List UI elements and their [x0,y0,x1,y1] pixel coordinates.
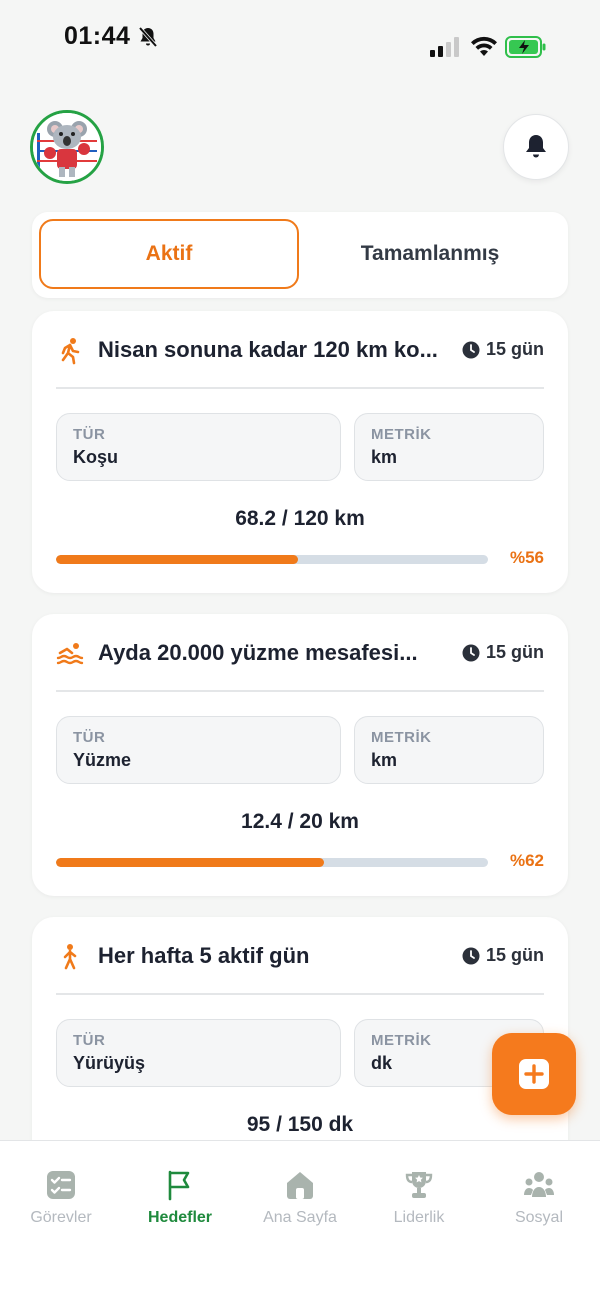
running-icon [61,338,80,365]
type-value: Koşu [73,447,118,467]
type-label: TÜR [73,729,106,746]
metric-value: km [371,447,398,467]
nav-label: Sosyal [514,1209,564,1226]
type-box: TÜR Koşu [56,413,341,481]
progress-text: 68.2 / 120 km [235,507,365,530]
cellular-signal-icon [430,37,459,57]
time-left-label: 15 gün [485,642,544,662]
swimming-icon [56,643,84,665]
wifi-icon [471,36,497,56]
clock-icon [462,644,480,661]
progress-bar [56,555,488,564]
time-left: 15 gün [462,945,544,966]
type-label: TÜR [73,1032,106,1049]
bell-mute-icon [138,26,158,48]
home-icon [287,1172,313,1199]
type-box: TÜR Yürüyüş [56,1019,341,1087]
walking-icon [63,944,77,970]
goal-status-tabs: Aktif Tamamlanmış [32,212,568,298]
trophy-icon [405,1172,433,1198]
progress-percent: %62 [509,851,544,870]
progress-fill [56,555,298,564]
goal-card[interactable]: Ayda 20.000 yüzme mesafesi... 15 gün TÜR… [32,614,568,896]
metric-value: km [371,750,398,770]
nav-item-social[interactable]: Sosyal [484,1169,594,1227]
status-bar: 01:44 [0,0,600,80]
bottom-nav: Görevler Hedefler Ana Sayfa Liderlik Sos… [0,1140,600,1299]
nav-item-tasks[interactable]: Görevler [6,1169,116,1227]
time-left-label: 15 gün [485,339,544,359]
nav-item-goals[interactable]: Hedefler [125,1169,235,1227]
nav-item-leaderboard[interactable]: Liderlik [364,1169,474,1227]
bell-icon [526,135,546,158]
goal-title: Her hafta 5 aktif gün [98,943,310,968]
type-label: TÜR [73,426,106,443]
battery-charging-icon [505,36,546,58]
notifications-button[interactable] [503,114,569,180]
time-left-label: 15 gün [485,945,544,965]
tasks-icon [47,1171,75,1199]
type-value: Yüzme [73,750,132,770]
divider [56,387,544,389]
nav-label: Hedefler [147,1209,213,1226]
add-goal-button[interactable] [492,1033,576,1115]
clock-icon [462,947,480,964]
koala-boxer-avatar-icon [33,113,101,181]
nav-label: Görevler [30,1209,92,1226]
clock-icon [462,341,480,358]
divider [56,993,544,995]
metric-label: METRİK [371,426,432,443]
tab-active[interactable]: Aktif [39,219,299,289]
nav-label: Ana Sayfa [263,1209,337,1226]
progress-text: 12.4 / 20 km [241,810,359,833]
metric-label: METRİK [371,729,432,746]
plus-icon [519,1059,549,1089]
status-time: 01:44 [64,22,131,50]
metric-box: METRİK km [354,413,544,481]
goal-title: Nisan sonuna kadar 120 km ko... [98,337,438,362]
divider [56,690,544,692]
type-value: Yürüyüş [73,1053,146,1073]
people-icon [524,1172,554,1197]
tab-completed[interactable]: Tamamlanmış [300,219,560,289]
time-left: 15 gün [462,642,544,663]
progress-percent: %56 [509,548,544,567]
avatar[interactable] [30,110,104,184]
goal-card[interactable]: Nisan sonuna kadar 120 km ko... 15 gün T… [32,311,568,593]
flag-icon [168,1170,190,1201]
nav-item-home[interactable]: Ana Sayfa [245,1169,355,1227]
nav-label: Liderlik [393,1209,445,1226]
progress-bar [56,858,488,867]
goal-title: Ayda 20.000 yüzme mesafesi... [98,640,418,665]
metric-box: METRİK km [354,716,544,784]
time-left: 15 gün [462,339,544,360]
type-box: TÜR Yüzme [56,716,341,784]
progress-fill [56,858,324,867]
progress-text: 95 / 150 dk [246,1113,354,1136]
